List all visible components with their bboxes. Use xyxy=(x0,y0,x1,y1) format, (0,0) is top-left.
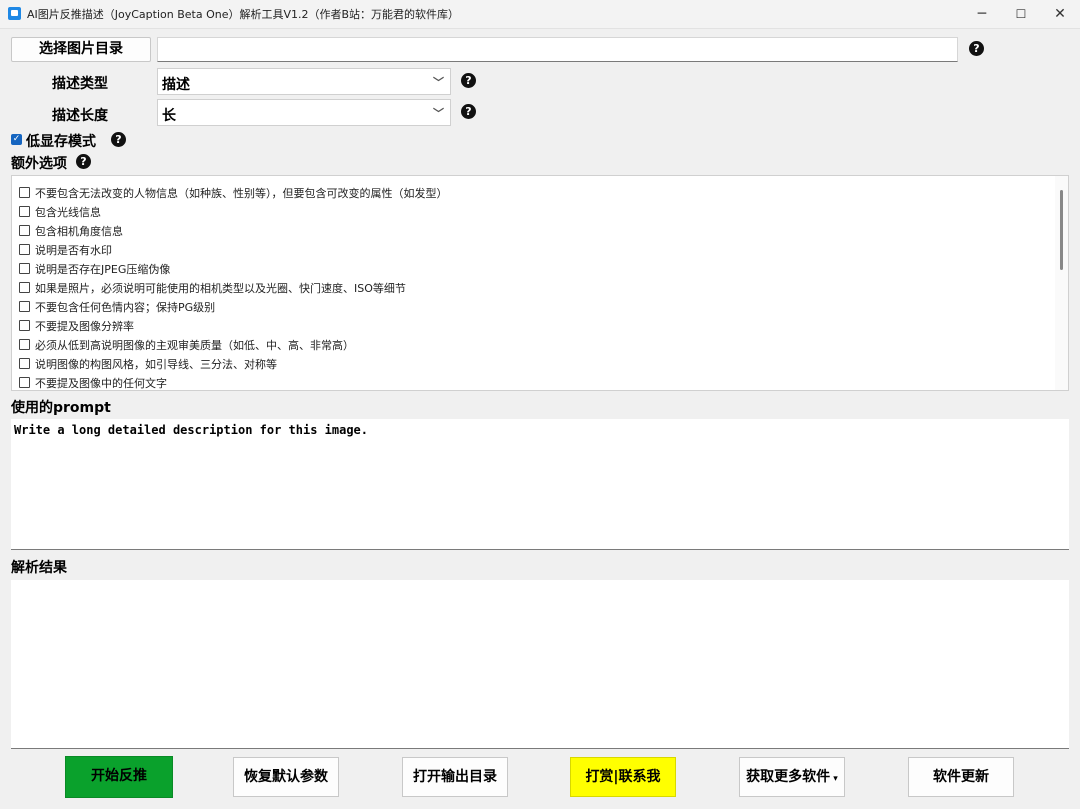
option-item[interactable]: 必须从低到高说明图像的主观审美质量（如低、中、高、非常高） xyxy=(19,337,354,353)
select-image-dir-button[interactable]: 选择图片目录 xyxy=(11,37,151,62)
option-item[interactable]: 说明是否有水印 xyxy=(19,242,112,258)
option-item[interactable]: 说明图像的构图风格，如引导线、三分法、对称等 xyxy=(19,356,277,372)
option-item[interactable]: 不要提及图像中的任何文字 xyxy=(19,375,167,391)
option-label: 不要提及图像分辨率 xyxy=(35,320,134,333)
desc-type-label: 描述类型 xyxy=(52,76,108,92)
option-checkbox[interactable] xyxy=(19,358,30,369)
option-item[interactable]: 不要包含无法改变的人物信息（如种族、性别等），但要包含可改变的属性（如发型） xyxy=(19,185,448,201)
more-software-label: 获取更多软件 xyxy=(746,769,831,785)
option-label: 如果是照片，必须说明可能使用的相机类型以及光圈、快门速度、ISO等细节 xyxy=(35,282,406,295)
option-checkbox[interactable] xyxy=(19,339,30,350)
option-item[interactable]: 如果是照片，必须说明可能使用的相机类型以及光圈、快门速度、ISO等细节 xyxy=(19,280,406,296)
prompt-label: 使用的prompt xyxy=(11,400,111,416)
start-button[interactable]: 开始反推 xyxy=(65,756,173,798)
more-software-button[interactable]: 获取更多软件 ▾ xyxy=(739,757,845,797)
option-checkbox[interactable] xyxy=(19,320,30,331)
extra-options-list: 不要包含无法改变的人物信息（如种族、性别等），但要包含可改变的属性（如发型） 包… xyxy=(11,175,1069,391)
extra-options-label: 额外选项 xyxy=(11,156,67,172)
option-item[interactable]: 不要提及图像分辨率 xyxy=(19,318,134,334)
option-label: 不要包含任何色情内容；保持PG级别 xyxy=(35,301,216,314)
prompt-textarea[interactable]: Write a long detailed description for th… xyxy=(11,419,1069,550)
options-scrollbar[interactable] xyxy=(1055,176,1068,390)
maximize-button[interactable]: ☐ xyxy=(1001,0,1041,28)
reset-defaults-button[interactable]: 恢复默认参数 xyxy=(233,757,339,797)
option-checkbox[interactable] xyxy=(19,263,30,274)
option-item[interactable]: 包含光线信息 xyxy=(19,204,101,220)
option-checkbox[interactable] xyxy=(19,244,30,255)
minimize-button[interactable]: ─ xyxy=(962,0,1002,28)
donate-contact-button[interactable]: 打赏|联系我 xyxy=(570,757,676,797)
desc-length-label: 描述长度 xyxy=(52,108,108,124)
close-button[interactable]: ✕ xyxy=(1040,0,1080,28)
option-checkbox[interactable] xyxy=(19,282,30,293)
dir-help-icon[interactable]: ? xyxy=(969,41,984,56)
option-label: 说明是否存在JPEG压缩伪像 xyxy=(35,263,171,276)
open-output-dir-button[interactable]: 打开输出目录 xyxy=(402,757,508,797)
option-item[interactable]: 说明是否存在JPEG压缩伪像 xyxy=(19,261,170,277)
low-vram-help-icon[interactable]: ? xyxy=(111,132,126,147)
option-label: 说明图像的构图风格，如引导线、三分法、对称等 xyxy=(35,358,277,371)
option-label: 包含相机角度信息 xyxy=(35,225,123,238)
window-title: AI图片反推描述（JoyCaption Beta One）解析工具V1.2（作者… xyxy=(27,8,460,21)
option-checkbox[interactable] xyxy=(19,377,30,388)
option-item[interactable]: 包含相机角度信息 xyxy=(19,223,123,239)
app-icon xyxy=(8,7,21,20)
option-label: 不要包含无法改变的人物信息（如种族、性别等），但要包含可改变的属性（如发型） xyxy=(35,187,448,200)
option-label: 包含光线信息 xyxy=(35,206,101,219)
low-vram-checkbox[interactable]: ✓ xyxy=(11,134,22,145)
result-label: 解析结果 xyxy=(11,560,67,576)
desc-length-value: 长 xyxy=(162,108,176,124)
chevron-down-icon: ﹀ xyxy=(433,107,444,120)
option-checkbox[interactable] xyxy=(19,301,30,312)
chevron-down-icon: ﹀ xyxy=(433,76,444,89)
result-textarea[interactable] xyxy=(11,580,1069,749)
option-label: 必须从低到高说明图像的主观审美质量（如低、中、高、非常高） xyxy=(35,339,354,352)
option-checkbox[interactable] xyxy=(19,206,30,217)
image-dir-input[interactable] xyxy=(157,37,958,62)
option-label: 说明是否有水印 xyxy=(35,244,112,257)
title-bar: AI图片反推描述（JoyCaption Beta One）解析工具V1.2（作者… xyxy=(0,0,1080,29)
option-label: 不要提及图像中的任何文字 xyxy=(35,377,167,390)
option-checkbox[interactable] xyxy=(19,187,30,198)
software-update-button[interactable]: 软件更新 xyxy=(908,757,1014,797)
option-item[interactable]: 不要包含任何色情内容；保持PG级别 xyxy=(19,299,215,315)
option-checkbox[interactable] xyxy=(19,225,30,236)
desc-type-select[interactable]: 描述 ﹀ xyxy=(157,68,451,95)
dropdown-arrow-icon: ▾ xyxy=(830,774,838,784)
low-vram-label: 低显存模式 xyxy=(26,134,96,150)
desc-length-select[interactable]: 长 ﹀ xyxy=(157,99,451,126)
desc-type-help-icon[interactable]: ? xyxy=(461,73,476,88)
options-scrollbar-thumb[interactable] xyxy=(1060,190,1063,270)
extra-options-help-icon[interactable]: ? xyxy=(76,154,91,169)
desc-type-value: 描述 xyxy=(162,77,190,93)
desc-length-help-icon[interactable]: ? xyxy=(461,104,476,119)
